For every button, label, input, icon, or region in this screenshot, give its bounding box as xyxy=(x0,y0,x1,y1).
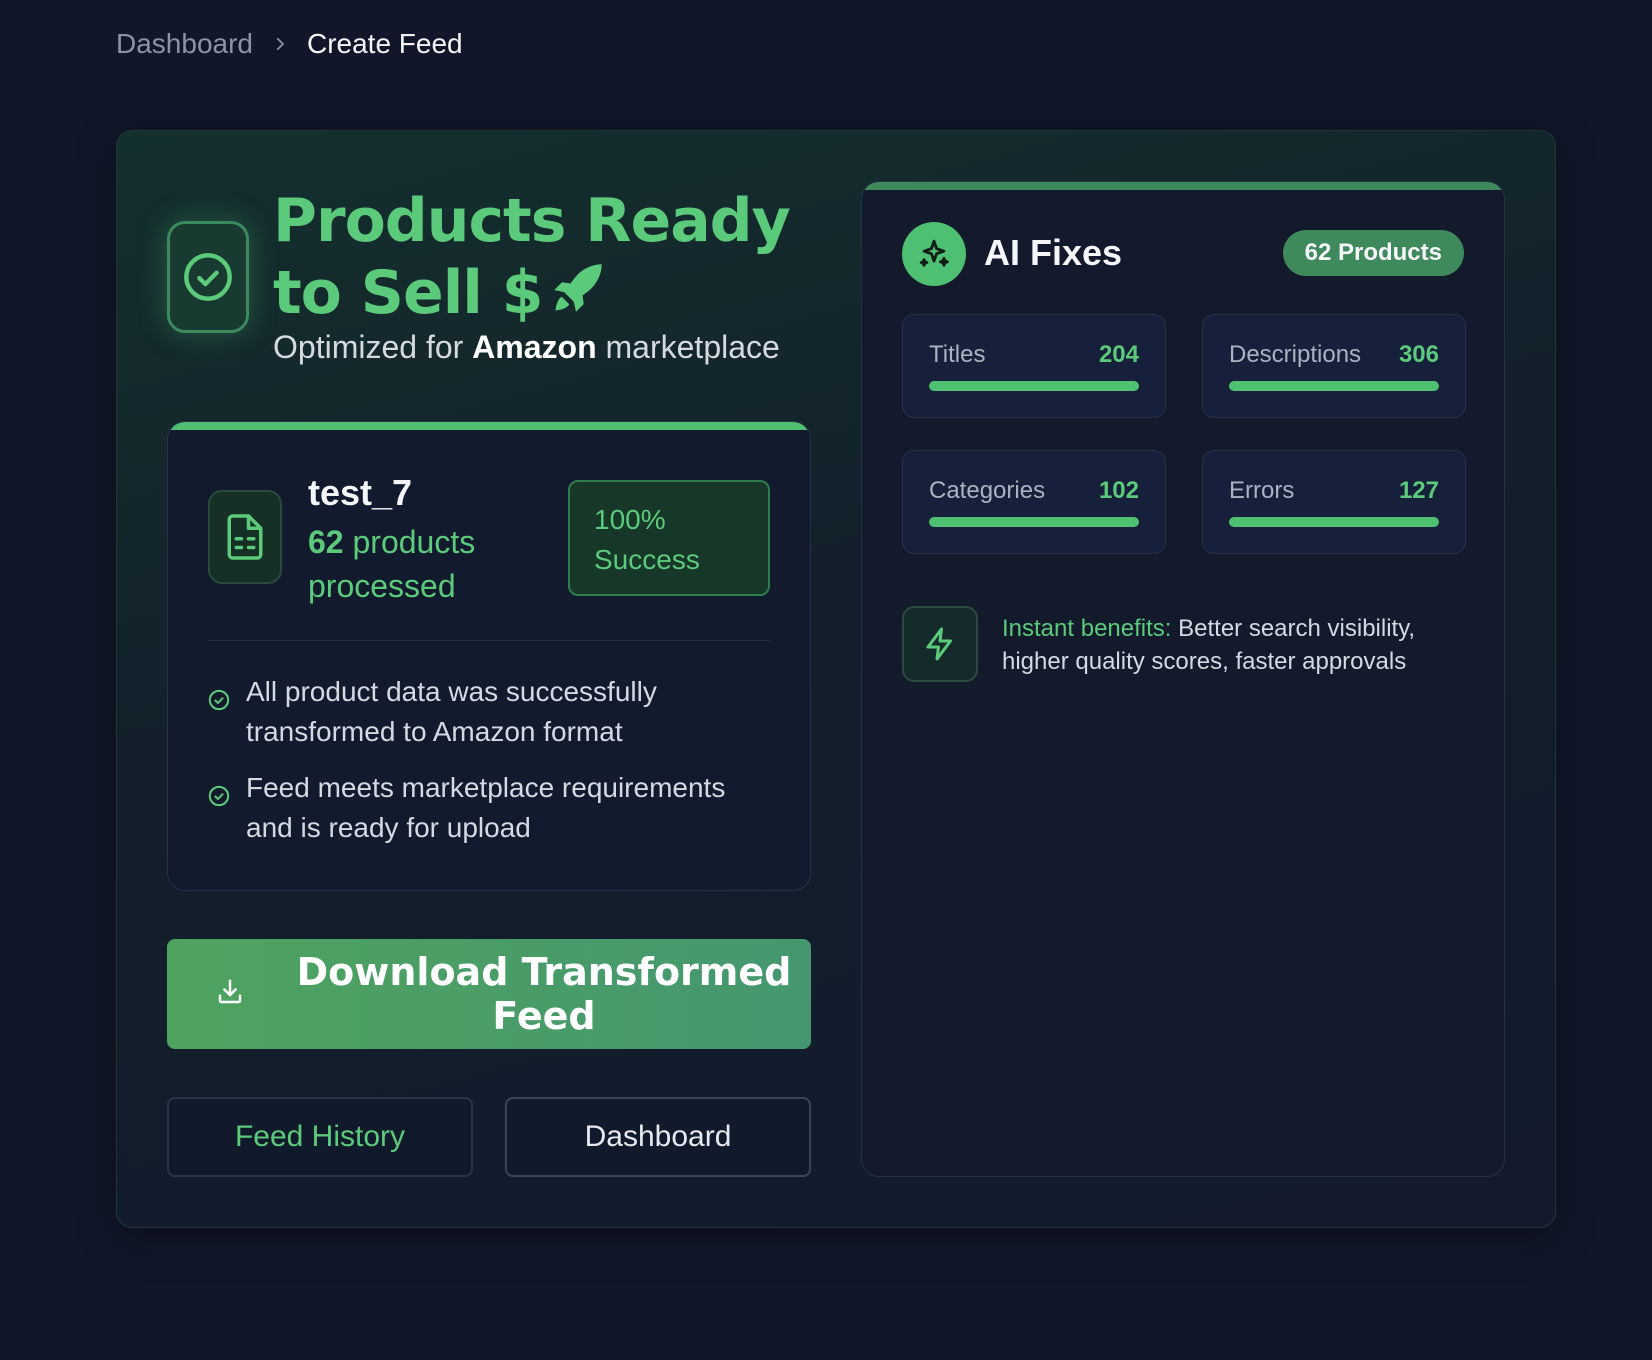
metric-bar xyxy=(929,517,1139,527)
metric-errors: Errors 127 xyxy=(1202,450,1466,554)
metric-bar-fill xyxy=(929,381,1139,391)
metric-bar-fill xyxy=(1229,517,1439,527)
metric-titles: Titles 204 xyxy=(902,314,1166,418)
download-feed-label: Download Transformed Feed xyxy=(296,950,792,1038)
success-badge: 100% Success xyxy=(568,480,770,596)
metric-bar xyxy=(1229,517,1439,527)
metric-label: Titles xyxy=(929,341,986,368)
metric-label: Errors xyxy=(1229,477,1295,504)
check-circle-icon xyxy=(208,778,230,848)
rocket-icon xyxy=(548,258,608,334)
metric-categories: Categories 102 xyxy=(902,450,1166,554)
feed-result-card: Products Ready to Sell $ Optimized for A… xyxy=(116,130,1556,1228)
breadcrumb: Dashboard Create Feed xyxy=(116,28,463,60)
zap-icon xyxy=(902,606,978,682)
check-circle-icon xyxy=(167,221,249,333)
metric-bar-fill xyxy=(1229,381,1439,391)
page-title: Products Ready to Sell $ xyxy=(273,185,833,334)
card-accent-bar xyxy=(168,422,810,430)
chevron-right-icon xyxy=(271,35,289,53)
check-text: All product data was successfully transf… xyxy=(246,676,657,747)
feed-history-button[interactable]: Feed History xyxy=(167,1097,473,1177)
marketplace-subtitle: Optimized for Amazon marketplace xyxy=(273,329,780,366)
metric-value: 102 xyxy=(1098,477,1139,504)
download-icon xyxy=(215,972,245,1016)
dashboard-button[interactable]: Dashboard xyxy=(505,1097,811,1177)
products-count: 62 xyxy=(308,524,344,560)
download-feed-button[interactable]: Download Transformed Feed xyxy=(167,939,811,1049)
list-item: All product data was successfully transf… xyxy=(208,672,768,752)
ai-fixes-title: AI Fixes xyxy=(984,232,1123,273)
subtitle-suffix: marketplace xyxy=(596,329,780,365)
list-item: Feed meets marketplace requirements and … xyxy=(208,768,768,848)
products-count-badge: 62 Products xyxy=(1282,230,1464,276)
divider xyxy=(208,640,770,641)
file-summary-card: test_7 62 products processed 100% Succes… xyxy=(167,421,811,891)
metric-value: 204 xyxy=(1098,341,1139,368)
metric-label: Categories xyxy=(929,477,1046,504)
metric-bar xyxy=(929,381,1139,391)
sparkles-icon xyxy=(902,222,966,286)
file-name: test_7 xyxy=(308,472,413,513)
metric-label: Descriptions xyxy=(1229,341,1362,368)
page-title-text: Products Ready to Sell $ xyxy=(273,186,791,328)
breadcrumb-dashboard-link[interactable]: Dashboard xyxy=(116,28,253,60)
metric-bar-fill xyxy=(929,517,1139,527)
breadcrumb-current: Create Feed xyxy=(306,28,463,59)
status-checklist: All product data was successfully transf… xyxy=(208,672,768,864)
metric-value: 306 xyxy=(1398,341,1439,368)
subtitle-prefix: Optimized for xyxy=(273,329,473,365)
metric-descriptions: Descriptions 306 xyxy=(1202,314,1466,418)
check-text: Feed meets marketplace requirements and … xyxy=(246,772,726,843)
metric-bar xyxy=(1229,381,1439,391)
products-processed: 62 products processed xyxy=(308,520,558,608)
instant-benefits: Instant benefits: Better search visibili… xyxy=(1002,612,1472,678)
ai-fixes-card: AI Fixes 62 Products Titles 204 Descript… xyxy=(861,181,1505,1177)
metric-value: 127 xyxy=(1398,477,1439,504)
check-circle-icon xyxy=(208,682,230,752)
marketplace-name: Amazon xyxy=(472,329,597,365)
card-accent-bar xyxy=(862,182,1504,190)
benefit-label: Instant benefits: xyxy=(1002,615,1172,642)
file-spreadsheet-icon xyxy=(208,490,282,584)
